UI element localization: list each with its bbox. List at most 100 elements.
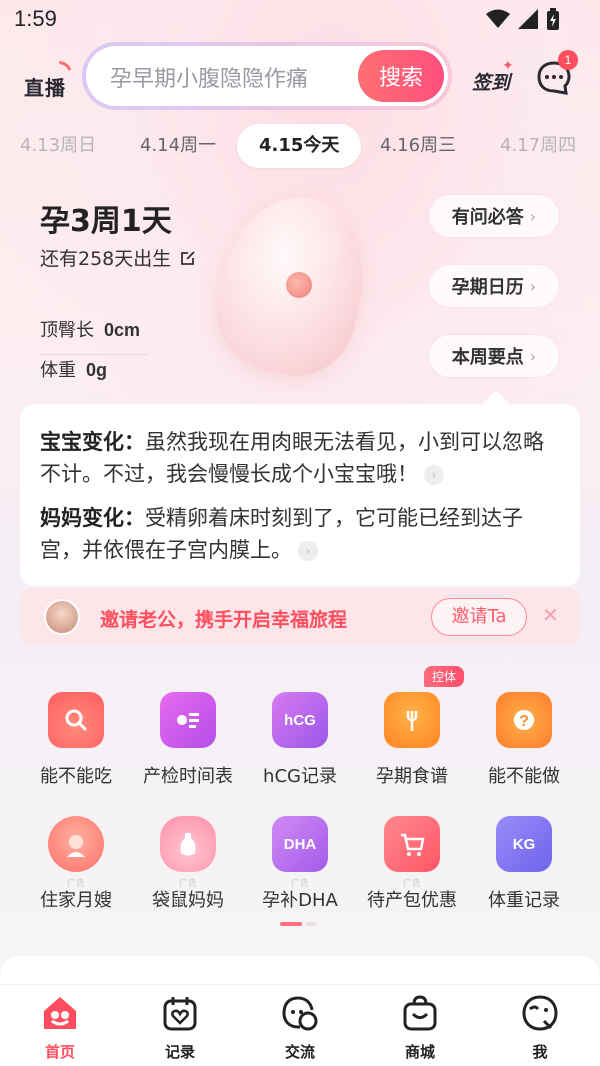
weekly-tips-button[interactable]: 本周要点 › xyxy=(428,334,560,378)
tab-me[interactable]: 我 xyxy=(490,993,590,1062)
weight-label: 体重 xyxy=(40,360,76,381)
checkin-button[interactable]: ✦ 签到 xyxy=(472,58,516,98)
ad-label: 广告 xyxy=(178,879,198,889)
search-button[interactable]: 搜索 xyxy=(358,50,444,102)
messages-button[interactable]: 1 xyxy=(536,50,578,96)
battery-icon xyxy=(547,8,559,30)
scale-icon: KG xyxy=(496,816,552,872)
qa-label: 有问必答 xyxy=(451,207,524,228)
crl-label: 顶臀长 xyxy=(40,320,94,341)
bottom-tab-bar: 首页 记录 交流 商城 我 xyxy=(0,984,600,1066)
live-label: 直播 xyxy=(24,76,66,100)
date-tab[interactable]: 4.14周一 xyxy=(140,124,216,168)
tool-label: 体重记录 xyxy=(488,890,560,911)
tool-nanny[interactable]: 广告 住家月嫂 xyxy=(20,816,132,912)
tool-kangaroo-mom[interactable]: 广告 袋鼠妈妈 xyxy=(132,816,244,912)
mom-change[interactable]: 妈妈变化：受精卵着床时刻到了，它可能已经到达子宫，并依偎在子宫内膜上。 › xyxy=(40,502,560,566)
chevron-right-icon: › xyxy=(529,346,537,366)
baby-change-title: 宝宝变化： xyxy=(40,430,145,454)
search-input[interactable]: 孕早期小腹隐隐作痛 xyxy=(110,61,308,93)
tool-label: 孕期食谱 xyxy=(376,766,448,787)
tool-can-do[interactable]: ? 能不能做 xyxy=(468,692,580,788)
tool-pregnancy-recipes[interactable]: 控体 孕期食谱 xyxy=(356,666,468,788)
chef-hat-icon xyxy=(384,692,440,748)
chevron-right-icon: › xyxy=(529,276,537,296)
signal-icon xyxy=(518,9,538,29)
promo-tag: 控体 xyxy=(424,666,465,687)
wifi-icon xyxy=(486,9,510,28)
tool-label: 孕补DHA xyxy=(262,890,338,911)
tool-label: 待产包优惠 xyxy=(367,890,457,911)
search-bar[interactable]: 孕早期小腹隐隐作痛 搜索 xyxy=(82,42,452,110)
tool-can-eat[interactable]: 能不能吃 xyxy=(20,692,132,788)
tool-label: 能不能做 xyxy=(488,766,560,787)
tab-record[interactable]: 记录 xyxy=(130,993,230,1062)
shopping-bag-icon xyxy=(403,995,437,1031)
tab-community[interactable]: 交流 xyxy=(250,993,350,1062)
tab-label: 交流 xyxy=(284,1043,315,1061)
live-button[interactable]: 直播 xyxy=(24,57,75,102)
date-tab[interactable]: 4.16周三 xyxy=(380,124,456,168)
invite-button[interactable]: 邀请Ta xyxy=(431,598,527,636)
hcg-icon-text: hCG xyxy=(284,711,316,729)
remaining-days[interactable]: 还有258天出生 xyxy=(40,244,197,271)
mom-change-title: 妈妈变化： xyxy=(40,506,145,530)
pregnancy-calendar-button[interactable]: 孕期日历 › xyxy=(428,264,560,308)
tool-label: 能不能吃 xyxy=(40,766,112,787)
tool-label: 产检时间表 xyxy=(143,766,233,787)
pregnancy-week-title: 孕3周1天 xyxy=(40,204,172,239)
hand-question-icon: ? xyxy=(496,692,552,748)
profile-face-icon xyxy=(522,995,558,1031)
page-dot xyxy=(306,922,316,926)
bottle-icon xyxy=(160,816,216,872)
date-tab-today[interactable]: 4.15今天 xyxy=(237,124,362,168)
tab-mall[interactable]: 商城 xyxy=(370,993,470,1062)
shopping-cart-icon xyxy=(384,816,440,872)
ad-label: 广告 xyxy=(290,879,310,889)
system-icons xyxy=(486,8,560,30)
dha-jar-icon: DHA xyxy=(272,816,328,872)
tab-label: 我 xyxy=(532,1043,548,1061)
date-tab[interactable]: 4.13周日 xyxy=(20,124,96,168)
qa-button[interactable]: 有问必答 › xyxy=(428,194,560,238)
close-icon[interactable]: ✕ xyxy=(542,603,559,627)
embryo-illustration xyxy=(286,272,312,298)
ad-label: 广告 xyxy=(402,879,422,889)
kg-icon-text: KG xyxy=(512,835,536,853)
changes-card[interactable]: 宝宝变化：虽然我现在用肉眼无法看见，小到可以忽略不计。不过，我会慢慢长成个小宝宝… xyxy=(20,389,580,586)
invite-banner[interactable]: 邀请老公，携手开启幸福旅程 邀请Ta ✕ xyxy=(20,588,580,646)
checkup-schedule-icon xyxy=(160,692,216,748)
tool-label: hCG记录 xyxy=(263,766,337,787)
calendar-heart-icon xyxy=(163,997,197,1031)
home-icon xyxy=(44,997,76,1029)
tool-label: 袋鼠妈妈 xyxy=(152,890,224,911)
weight-value: 0g xyxy=(86,360,108,380)
invite-text: 邀请老公，携手开启幸福旅程 xyxy=(100,609,348,631)
status-time: 1:59 xyxy=(14,6,57,31)
tool-checkup-schedule[interactable]: 产检时间表 xyxy=(132,692,244,788)
chevron-right-icon[interactable]: › xyxy=(298,541,318,561)
svg-text:?: ? xyxy=(519,713,529,730)
dha-icon-text: DHA xyxy=(283,835,317,853)
remaining-days-text: 还有258天出生 xyxy=(40,248,172,270)
weight-stat: 体重 0g xyxy=(40,356,107,382)
avatar xyxy=(44,599,80,635)
nanny-icon xyxy=(48,816,104,872)
date-tab[interactable]: 4.17周四 xyxy=(500,124,576,168)
tool-dha[interactable]: DHA 广告 孕补DHA xyxy=(244,816,356,912)
crl-value: 0cm xyxy=(104,320,141,340)
chevron-right-icon[interactable]: › xyxy=(424,465,444,485)
calendar-label: 孕期日历 xyxy=(451,277,524,298)
hcg-icon: hCG xyxy=(272,692,328,748)
tab-label: 首页 xyxy=(44,1043,75,1061)
tool-maternity-bag-deals[interactable]: 广告 待产包优惠 xyxy=(356,816,468,912)
checkin-label: 签到 xyxy=(472,72,511,94)
tab-home[interactable]: 首页 xyxy=(10,993,110,1062)
date-strip: 4.13周日 4.14周一 4.15今天 4.16周三 4.17周四 xyxy=(0,124,600,170)
edit-icon[interactable] xyxy=(179,249,197,267)
tool-weight-record[interactable]: KG 体重记录 xyxy=(468,816,580,912)
tool-hcg-record[interactable]: hCG hCG记录 xyxy=(244,692,356,788)
baby-change[interactable]: 宝宝变化：虽然我现在用肉眼无法看见，小到可以忽略不计。不过，我会慢慢长成个小宝宝… xyxy=(40,426,560,490)
tab-label: 记录 xyxy=(164,1043,195,1061)
chat-bubbles-icon xyxy=(282,996,318,1031)
